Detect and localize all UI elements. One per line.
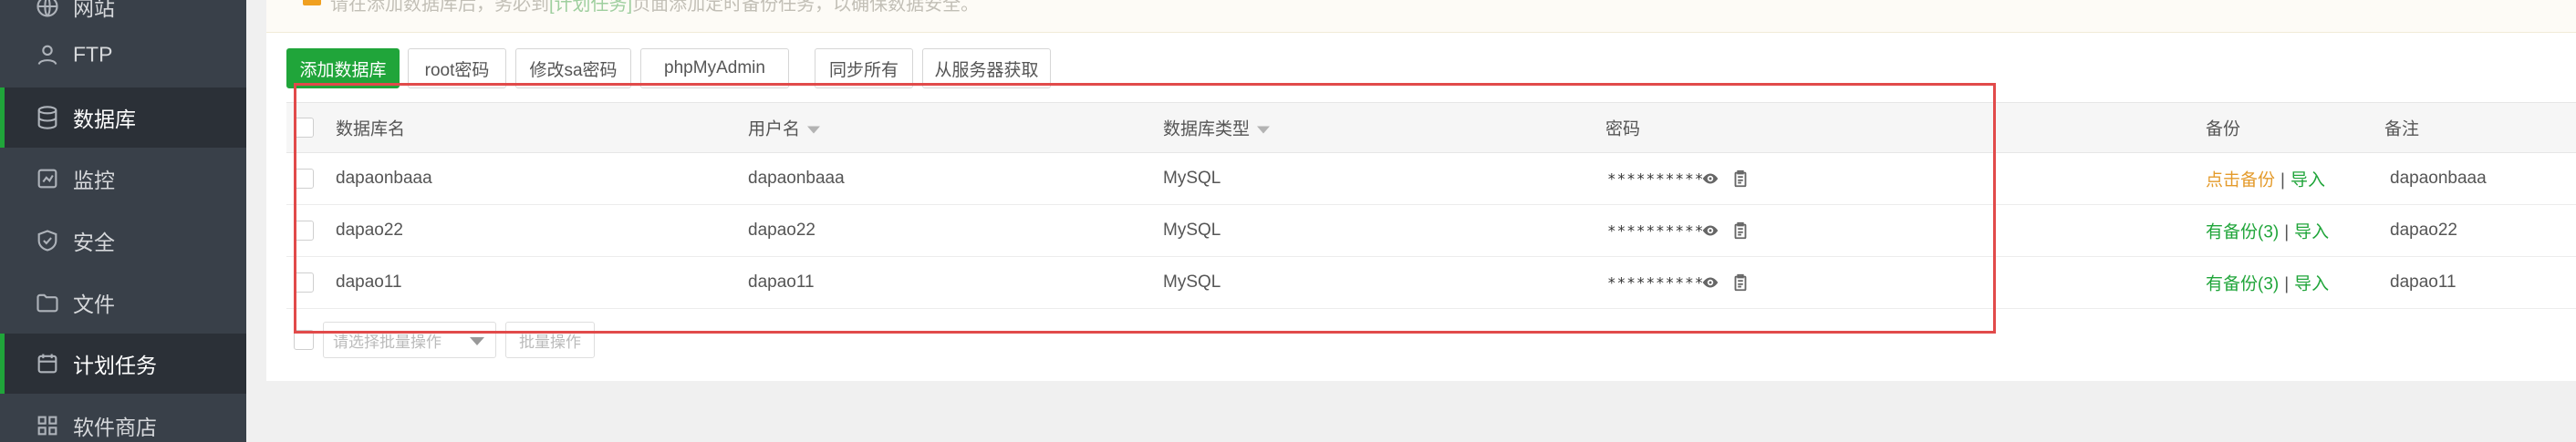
notice-text: 请在添加数据库后，务必到[计划任务]页面添加定时备份任务，以确保数据安全。 <box>330 0 979 15</box>
sidebar: 网站 FTP 数据库 监控 安全 文件 计划任务 软件商店 <box>0 0 246 442</box>
notice-link[interactable]: [计划任务] <box>549 0 632 15</box>
sidebar-item-monitor[interactable]: 监控 <box>0 149 246 209</box>
warning-icon <box>303 0 321 5</box>
sidebar-item-label: 软件商店 <box>73 416 157 439</box>
notice-text-after: 页面添加定时备份任务，以确保数据安全。 <box>632 0 980 15</box>
calendar-icon <box>35 351 60 376</box>
import-link[interactable]: 导入 <box>2294 223 2329 242</box>
globe-icon <box>35 0 60 19</box>
backup-link[interactable]: 有备份(3) <box>2206 223 2279 242</box>
db-type: MySQL <box>1163 272 1221 292</box>
password-masked: ********** <box>1607 170 1705 188</box>
copy-icon[interactable] <box>1730 169 1750 189</box>
database-icon <box>35 105 60 130</box>
table-row: dapao11 dapao11 MySQL ********** 有备份(3) |… <box>286 257 2576 309</box>
backup-cell: 点击备份 | 导入 <box>2206 170 2325 190</box>
import-link[interactable]: 导入 <box>2294 275 2329 294</box>
sort-arrow-icon <box>1257 126 1271 134</box>
sort-arrow-icon <box>807 126 821 134</box>
sidebar-item-label: 安全 <box>73 231 115 254</box>
batch-operation-button[interactable]: 批量操作 <box>505 322 595 358</box>
add-database-button[interactable]: 添加数据库 <box>286 48 400 88</box>
backup-link[interactable]: 有备份(3) <box>2206 275 2279 294</box>
batch-select-placeholder: 请选择批量操作 <box>333 333 441 351</box>
database-panel: 请在添加数据库后，务必到[计划任务]页面添加定时备份任务，以确保数据安全。 添加… <box>266 0 2576 381</box>
db-name: dapaonbaaa <box>336 169 432 188</box>
username: dapao11 <box>748 272 815 292</box>
shield-icon <box>35 228 60 253</box>
header-db-name: 数据库名 <box>336 119 406 139</box>
sidebar-item-files[interactable]: 文件 <box>0 272 246 333</box>
sidebar-item-ftp[interactable]: FTP <box>0 25 246 85</box>
note[interactable]: dapao22 <box>2390 221 2457 241</box>
monitor-icon <box>35 166 60 191</box>
table-header: 数据库名 用户名 数据库类型 密码 备份 备注 <box>286 102 2576 153</box>
sidebar-item-security[interactable]: 安全 <box>0 211 246 271</box>
header-password: 密码 <box>1605 119 1641 139</box>
table-row: dapaonbaaa dapaonbaaa MySQL ********** 点… <box>286 153 2576 205</box>
sidebar-item-label: 文件 <box>73 293 115 316</box>
backup-cell: 有备份(3) | 导入 <box>2206 274 2330 294</box>
row-checkbox[interactable] <box>294 272 314 293</box>
backup-cell: 有备份(3) | 导入 <box>2206 222 2330 242</box>
select-all-checkbox[interactable] <box>294 118 314 138</box>
root-password-button[interactable]: root密码 <box>408 48 506 88</box>
sidebar-item-label: 监控 <box>73 169 115 192</box>
db-name: dapao11 <box>336 272 402 292</box>
sidebar-item-database[interactable]: 数据库 <box>0 87 246 148</box>
eye-icon[interactable] <box>1700 169 1720 189</box>
row-checkbox[interactable] <box>294 221 314 241</box>
eye-icon[interactable] <box>1700 272 1720 293</box>
sidebar-item-label: 数据库 <box>73 108 136 131</box>
ftp-icon <box>35 42 60 67</box>
fetch-from-server-button[interactable]: 从服务器获取 <box>922 48 1051 88</box>
batch-select-all-checkbox[interactable] <box>294 330 314 350</box>
sidebar-item-appstore[interactable]: 软件商店 <box>0 396 246 442</box>
notice-text-before: 请在添加数据库后，务必到 <box>330 0 549 15</box>
phpmyadmin-button[interactable]: phpMyAdmin <box>640 48 789 88</box>
note[interactable]: dapaonbaaa <box>2390 169 2487 189</box>
db-type: MySQL <box>1163 221 1221 240</box>
backup-link[interactable]: 点击备份 <box>2206 171 2275 190</box>
sync-all-button[interactable]: 同步所有 <box>815 48 913 88</box>
note[interactable]: dapao11 <box>2390 272 2457 293</box>
header-note: 备注 <box>2384 119 2420 139</box>
notice-bar: 请在添加数据库后，务必到[计划任务]页面添加定时备份任务，以确保数据安全。 <box>266 0 2576 33</box>
header-db-type[interactable]: 数据库类型 <box>1163 116 1271 140</box>
username: dapaonbaaa <box>748 169 845 188</box>
copy-icon[interactable] <box>1730 221 1750 241</box>
apps-icon <box>35 413 60 438</box>
sidebar-item-label: FTP <box>73 42 113 67</box>
table-row: dapao22 dapao22 MySQL ********** 有备份(3) |… <box>286 205 2576 257</box>
sidebar-item-cron[interactable]: 计划任务 <box>0 334 246 394</box>
folder-icon <box>35 290 60 315</box>
header-backup: 备份 <box>2206 119 2241 139</box>
sidebar-item-label: 计划任务 <box>73 354 157 377</box>
header-username[interactable]: 用户名 <box>748 116 821 140</box>
row-checkbox[interactable] <box>294 169 314 189</box>
password-masked: ********** <box>1607 221 1705 240</box>
password-masked: ********** <box>1607 273 1705 292</box>
header-db-type-label: 数据库类型 <box>1163 119 1251 139</box>
db-name: dapao22 <box>336 221 403 240</box>
header-username-label: 用户名 <box>748 119 801 139</box>
eye-icon[interactable] <box>1700 221 1720 241</box>
batch-operation-select[interactable]: 请选择批量操作 <box>323 322 496 358</box>
username: dapao22 <box>748 221 815 240</box>
sidebar-item-label: 网站 <box>73 0 115 20</box>
modify-sa-password-button[interactable]: 修改sa密码 <box>515 48 631 88</box>
chevron-down-icon <box>470 337 484 345</box>
db-type: MySQL <box>1163 169 1221 188</box>
import-link[interactable]: 导入 <box>2290 171 2325 190</box>
copy-icon[interactable] <box>1730 272 1750 293</box>
